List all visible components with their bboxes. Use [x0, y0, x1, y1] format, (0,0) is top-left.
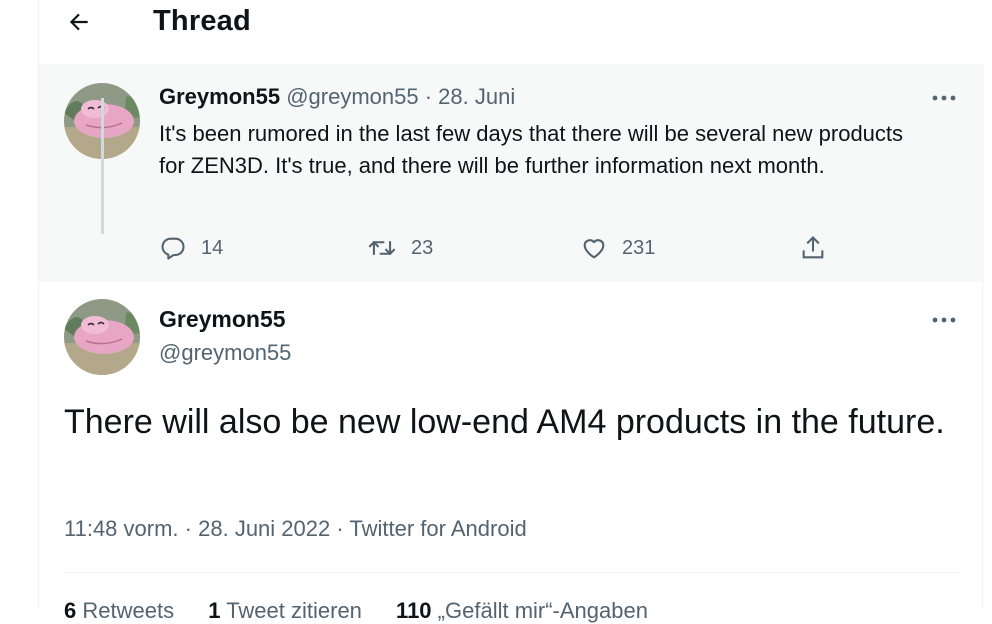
tweet-date[interactable]: 28. Juni 2022 — [198, 516, 330, 541]
quotes-count: 1 — [208, 598, 221, 623]
more-button[interactable] — [927, 308, 961, 332]
tweet-date[interactable]: 28. Juni — [438, 84, 515, 109]
likes-label: „Gefällt mir“-Angaben — [437, 598, 648, 623]
back-arrow-icon — [69, 13, 88, 31]
reply-count: 14 — [201, 236, 224, 259]
like-icon — [583, 239, 605, 259]
back-button[interactable] — [61, 4, 97, 40]
author-handle[interactable]: @greymon55 — [286, 84, 418, 109]
main-tweet-text: There will also be new low-end AM4 produ… — [64, 403, 945, 441]
separator-dot: · — [424, 84, 433, 109]
reply-icon — [161, 237, 185, 260]
retweet-icon — [368, 240, 396, 256]
avatar-image — [64, 299, 140, 375]
likes-count: 110 — [396, 598, 432, 623]
avatar[interactable] — [64, 299, 140, 375]
author-name[interactable]: Greymon55 — [159, 84, 280, 109]
tweet-header: Greymon55 @greymon55 · 28. Juni — [159, 84, 515, 110]
share-button[interactable] — [799, 230, 827, 266]
retweet-count: 23 — [411, 236, 434, 259]
retweets-label: Retweets — [82, 598, 175, 623]
thread-connector-line — [101, 98, 104, 234]
share-icon — [802, 236, 824, 259]
divider — [64, 572, 959, 573]
separator-dot: · — [336, 516, 344, 541]
retweets-stat[interactable]: 6 Retweets — [64, 598, 174, 623]
quotes-label: Tweet zitieren — [226, 598, 362, 623]
more-icon — [932, 95, 956, 101]
tweet-text: It's been rumored in the last few days t… — [159, 121, 904, 178]
tweet-meta: 11:48 vorm. · 28. Juni 2022 · Twitter fo… — [64, 516, 527, 542]
author-name[interactable]: Greymon55 — [159, 306, 286, 333]
author-handle[interactable]: @greymon55 — [159, 340, 291, 366]
tweet-stats: 6 Retweets 1 Tweet zitieren 110 „Gefällt… — [64, 598, 676, 624]
thread-header: Thread — [39, 0, 984, 64]
tweet-time[interactable]: 11:48 vorm. — [64, 516, 179, 541]
separator-dot: · — [184, 516, 192, 541]
more-icon — [932, 317, 956, 323]
thread-column: Thread Greymon55 @greymon55 · 28. Juni I… — [38, 0, 984, 623]
page-title: Thread — [153, 5, 251, 37]
retweets-count: 6 — [64, 598, 77, 623]
tweet-actions: 14 23 231 — [159, 230, 849, 266]
likes-stat[interactable]: 110 „Gefällt mir“-Angaben — [396, 598, 648, 623]
more-button[interactable] — [927, 86, 961, 110]
parent-tweet[interactable]: Greymon55 @greymon55 · 28. Juni It's bee… — [39, 64, 984, 282]
tweet-source[interactable]: Twitter for Android — [349, 516, 526, 541]
reply-button[interactable]: 14 — [159, 230, 223, 266]
retweet-button[interactable]: 23 — [367, 230, 433, 266]
like-button[interactable]: 231 — [580, 230, 655, 266]
like-count: 231 — [622, 236, 656, 259]
quotes-stat[interactable]: 1 Tweet zitieren — [208, 598, 362, 623]
